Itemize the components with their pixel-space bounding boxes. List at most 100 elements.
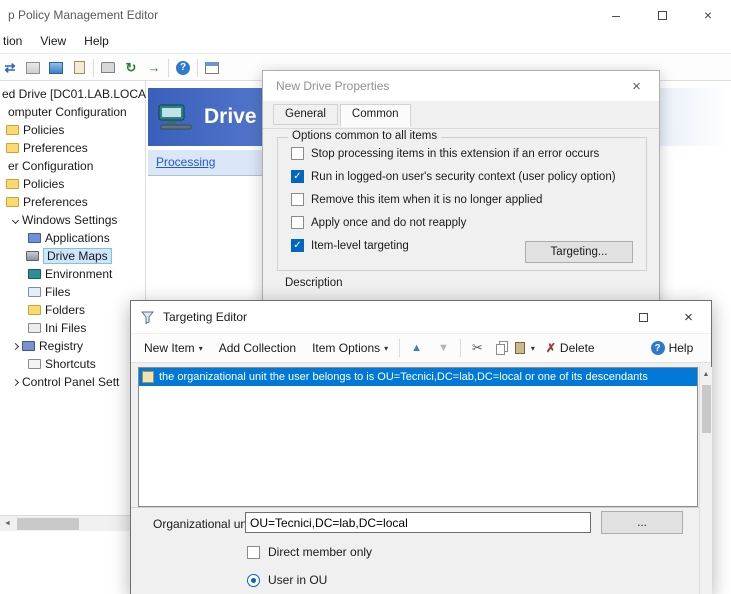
minimize-button[interactable]: –	[593, 0, 639, 30]
tree-item-user-configuration[interactable]: er Configuration	[0, 157, 145, 175]
tree-item-drive-maps[interactable]: Drive Maps	[0, 247, 145, 265]
browse-button[interactable]: ...	[601, 511, 683, 534]
registry-icon	[22, 341, 35, 351]
tree-item-files[interactable]: Files	[0, 283, 145, 301]
checkbox-checked[interactable]: ✓	[291, 239, 304, 252]
maximize-icon	[639, 313, 648, 322]
item-options-button[interactable]: Item Options▾	[307, 338, 393, 358]
checkbox-label: Item-level targeting	[311, 240, 409, 252]
console-tree-icon[interactable]	[47, 60, 65, 76]
tree-item-windows-settings[interactable]: Windows Settings	[0, 211, 145, 229]
organizational-unit-label: Organizational unit	[153, 517, 253, 531]
close-icon: ×	[684, 309, 693, 326]
tree-item-policies[interactable]: Policies	[0, 175, 145, 193]
move-up-button[interactable]: ▲	[406, 339, 427, 357]
tree-item-applications[interactable]: Applications	[0, 229, 145, 247]
navigate-arrows-icon[interactable]: ⇄	[1, 60, 19, 76]
tree-item-label: ed Drive [DC01.LAB.LOCA	[2, 87, 146, 101]
chevron-right-icon[interactable]	[12, 342, 19, 349]
clipboard-icon[interactable]	[70, 60, 88, 76]
toolbar-separator	[399, 339, 400, 357]
tree-item-shortcuts[interactable]: Shortcuts	[0, 355, 145, 373]
menu-action[interactable]: tion	[0, 30, 31, 53]
shortcuts-icon	[28, 359, 41, 369]
tree-item-label: Applications	[45, 231, 110, 245]
direct-member-label: Direct member only	[268, 545, 372, 559]
toolbar-separator	[460, 339, 461, 357]
paste-dropdown-icon[interactable]: ▾	[531, 344, 535, 353]
direct-member-only-row: Direct member only	[247, 545, 372, 559]
targeting-item-row[interactable]: the organizational unit the user belongs…	[139, 368, 697, 386]
cut-icon[interactable]: ✂	[467, 337, 488, 359]
checkbox-unchecked[interactable]	[291, 147, 304, 160]
checkbox-label: Apply once and do not reapply	[311, 217, 466, 229]
tree-item-label: Files	[45, 285, 70, 299]
tree-item-label: Ini Files	[45, 321, 86, 335]
tree-item-policies[interactable]: Policies	[0, 121, 145, 139]
tree-item-preferences[interactable]: Preferences	[0, 193, 145, 211]
tree-item-ini-files[interactable]: Ini Files	[0, 319, 145, 337]
maximize-button[interactable]	[639, 0, 685, 30]
user-in-ou-radio[interactable]	[247, 574, 260, 587]
tree-item-label: Preferences	[23, 195, 88, 209]
tree-item-gpo-root[interactable]: ed Drive [DC01.LAB.LOCA	[0, 85, 145, 103]
new-item-label: New Item	[144, 341, 195, 355]
drive-maps-icon	[26, 251, 39, 261]
checkbox-checked[interactable]: ✓	[291, 170, 304, 183]
add-collection-button[interactable]: Add Collection	[214, 338, 301, 358]
help-icon[interactable]: ?	[174, 60, 192, 76]
menu-view[interactable]: View	[31, 30, 75, 53]
scrollbar-thumb[interactable]	[702, 385, 711, 433]
description-label: Description	[285, 277, 343, 289]
paste-icon[interactable]	[515, 342, 525, 354]
dialog-close-button[interactable]: ×	[614, 71, 659, 101]
scroll-left-icon[interactable]: ◄	[0, 520, 15, 527]
tab-general[interactable]: General	[273, 104, 338, 125]
menu-help[interactable]: Help	[75, 30, 118, 53]
tree-item-control-panel-settings[interactable]: Control Panel Sett	[0, 373, 145, 391]
export-list-icon[interactable]: →	[145, 60, 163, 76]
close-button[interactable]: ×	[685, 0, 731, 30]
minimize-icon: –	[612, 7, 620, 23]
chevron-down-icon[interactable]	[12, 216, 19, 223]
scroll-up-icon[interactable]: ▲	[700, 367, 712, 382]
help-button[interactable]: ?Help	[646, 338, 699, 358]
folder-icon	[6, 197, 19, 207]
tree-item-label: Policies	[23, 123, 64, 137]
targeting-editor-dialog: Targeting Editor × New Item▾ Add Collect…	[130, 300, 712, 594]
checkbox-unchecked[interactable]	[291, 216, 304, 229]
maximize-button[interactable]	[621, 301, 666, 333]
new-item-button[interactable]: New Item▾	[139, 338, 208, 358]
copy-icon[interactable]	[496, 344, 505, 355]
tree-glyph	[49, 62, 63, 74]
processing-link[interactable]: Processing	[156, 155, 215, 169]
up-one-level-icon[interactable]	[24, 60, 42, 76]
tree-horizontal-scrollbar[interactable]: ◄	[0, 515, 146, 531]
tree-item-label-selected: Drive Maps	[43, 248, 112, 264]
banner-title: Drive	[204, 105, 257, 129]
organizational-unit-input[interactable]	[245, 512, 591, 533]
targeting-button[interactable]: Targeting...	[525, 241, 633, 263]
direct-member-checkbox[interactable]	[247, 546, 260, 559]
tree-item-registry[interactable]: Registry	[0, 337, 145, 355]
tree-item-environment[interactable]: Environment	[0, 265, 145, 283]
scrollbar-thumb[interactable]	[17, 518, 79, 530]
vertical-scrollbar[interactable]: ▲	[699, 367, 712, 594]
dropdown-icon: ▾	[384, 344, 388, 353]
delete-button[interactable]: ✗Delete	[541, 338, 600, 358]
tree-item-folders[interactable]: Folders	[0, 301, 145, 319]
tab-common[interactable]: Common	[340, 104, 411, 127]
tree-item-computer-configuration[interactable]: omputer Configuration	[0, 103, 145, 121]
move-down-button[interactable]: ▼	[433, 339, 454, 357]
list-view-icon[interactable]	[203, 60, 221, 76]
targeting-item-text: the organizational unit the user belongs…	[159, 371, 648, 383]
property-tabs: GeneralCommon	[273, 104, 413, 127]
refresh-icon[interactable]: ↻	[122, 60, 140, 76]
checkbox-unchecked[interactable]	[291, 193, 304, 206]
tree-item-preferences[interactable]: Preferences	[0, 139, 145, 157]
close-icon: ×	[632, 78, 641, 95]
toolbar-separator	[168, 59, 169, 77]
chevron-right-icon[interactable]	[12, 378, 19, 385]
print-icon[interactable]	[99, 60, 117, 76]
close-button[interactable]: ×	[666, 301, 711, 333]
